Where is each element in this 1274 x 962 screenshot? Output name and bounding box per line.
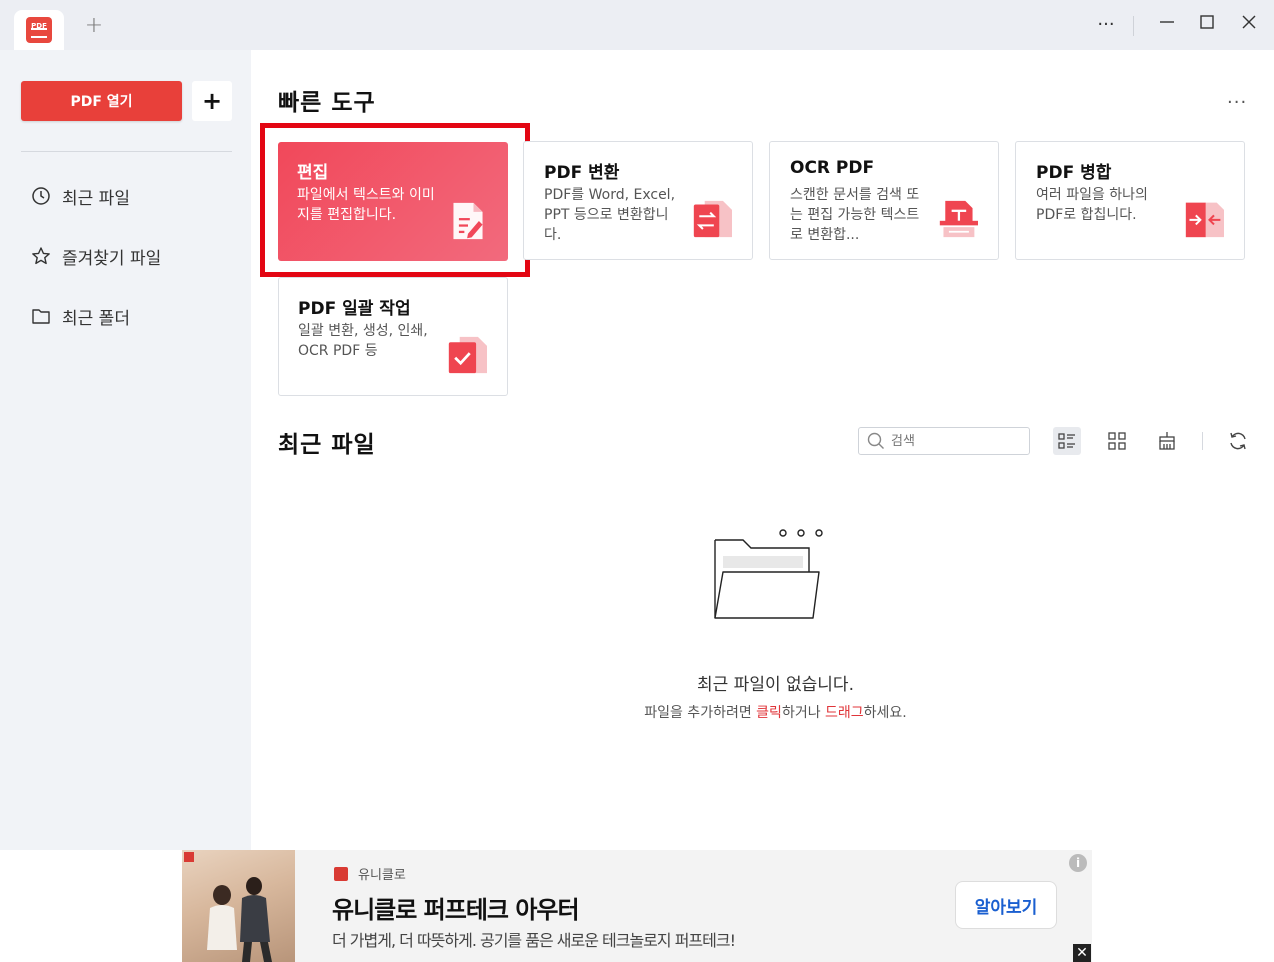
search-icon [867,432,884,449]
minimize-button[interactable] [1154,12,1180,38]
minimize-icon [1160,21,1174,23]
tool-card-desc: PDF를 Word, Excel, PPT 등으로 변환합니다. [544,187,676,243]
sidebar-item-favorites[interactable]: 즐겨찾기 파일 [30,241,161,271]
ad-bar: 유니클로 유니클로 퍼프테크 아우터 더 가볍게, 더 따뜻하게. 공기를 품은… [0,850,1274,962]
sidebar-item-recent-folders[interactable]: 최근 폴더 [30,301,130,331]
clock-icon [30,185,52,207]
grid-view-icon [1108,432,1126,450]
quick-tools-more-button[interactable]: ··· [1227,92,1247,113]
ad-info-icon[interactable]: i [1069,854,1087,872]
sidebar-divider [21,151,232,152]
refresh-icon [1230,432,1246,450]
app-logo-icon: PDF [26,17,52,43]
grid-view-button[interactable] [1103,427,1131,455]
folder-icon [30,305,52,327]
empty-sub-text: 파일을 추가하려면 [644,705,757,721]
app-tab[interactable]: PDF [14,10,64,50]
tool-card-title: PDF 병합 [1036,163,1112,183]
tool-card-title: PDF 변환 [544,163,620,183]
add-button[interactable]: + [192,81,232,121]
ad-brand: 유니클로 [334,864,406,883]
tool-card-desc: 여러 파일을 하나의 PDF로 합칩니다. [1036,187,1148,223]
maximize-button[interactable] [1194,12,1220,38]
new-tab-button[interactable]: + [82,14,106,38]
tool-card-title: OCR PDF [790,158,875,178]
ad-close-button[interactable]: ✕ [1073,944,1091,962]
sidebar-item-label: 최근 폴더 [62,308,130,329]
close-button[interactable] [1236,12,1262,38]
search-box[interactable] [858,427,1030,455]
clear-history-button[interactable] [1153,427,1181,455]
ocr-icon [939,200,978,238]
sidebar-item-label: 최근 파일 [62,188,130,209]
sidebar-item-label: 즐겨찾기 파일 [62,248,162,269]
open-pdf-button[interactable]: PDF 열기 [21,81,182,121]
tool-card-merge[interactable]: PDF 병합 여러 파일을 하나의 PDF로 합칩니다. [1015,141,1245,260]
ad-desc: 더 가볍게, 더 따뜻하게. 공기를 품은 새로운 테크놀로지 퍼프테크! [332,931,736,950]
maximize-icon [1200,15,1214,29]
search-input[interactable] [891,433,1021,449]
tool-card-convert[interactable]: PDF 변환 PDF를 Word, Excel, PPT 등으로 변환합니다. [523,141,753,260]
ad-brand-name: 유니클로 [358,868,406,883]
empty-sub-text: 하세요. [863,705,907,721]
sidebar-item-recent-files[interactable]: 최근 파일 [30,181,130,211]
highlight-box [260,123,530,277]
list-view-icon [1058,433,1075,449]
main-content: 빠른 도구 ··· 편집 파일에서 텍스트와 이미지를 편집합니다. PDF 변… [251,50,1274,850]
toolbar-divider [1202,432,1203,450]
ad-cta-button[interactable]: 알아보기 [955,881,1057,929]
list-view-button[interactable] [1053,427,1081,455]
tool-card-batch[interactable]: PDF 일괄 작업 일괄 변환, 생성, 인쇄, OCR PDF 등 [278,277,508,396]
close-icon [1242,15,1256,29]
tool-card-desc: 스캔한 문서를 검색 또는 편집 가능한 텍스트로 변환합... [790,187,920,243]
titlebar-divider [1133,16,1134,36]
empty-folder-icon [714,529,823,619]
tool-card-desc: 일괄 변환, 생성, 인쇄, OCR PDF 등 [298,323,428,359]
app-logo-text: PDF [31,22,47,30]
empty-sub-text: 하거나 [781,705,826,721]
empty-subtitle: 파일을 추가하려면 클릭하거나 드래그하세요. [264,702,1274,722]
title-bar: PDF + ··· [0,0,1274,50]
star-icon [30,245,52,267]
merge-icon [1185,202,1224,238]
convert-icon [693,200,732,238]
refresh-button[interactable] [1224,427,1252,455]
recent-files-title: 최근 파일 [278,432,376,458]
quick-tools-title: 빠른 도구 [278,90,376,116]
empty-title: 최근 파일이 없습니다. [697,675,854,695]
click-link[interactable]: 클릭 [756,705,782,721]
batch-icon [448,336,487,374]
ad-image [182,850,295,962]
tool-card-title: PDF 일괄 작업 [298,299,411,319]
tool-card-ocr[interactable]: OCR PDF 스캔한 문서를 검색 또는 편집 가능한 텍스트로 변환합... [769,141,999,260]
sidebar: PDF 열기 + 최근 파일 즐겨찾기 파일 최근 폴더 [0,50,251,850]
ad-banner[interactable]: 유니클로 유니클로 퍼프테크 아우터 더 가볍게, 더 따뜻하게. 공기를 품은… [182,850,1092,962]
drag-link[interactable]: 드래그 [825,705,864,721]
more-options-button[interactable]: ··· [1093,12,1119,38]
brand-logo-icon [334,866,348,881]
ad-title: 유니클로 퍼프테크 아우터 [332,896,580,924]
broom-icon [1159,432,1175,450]
